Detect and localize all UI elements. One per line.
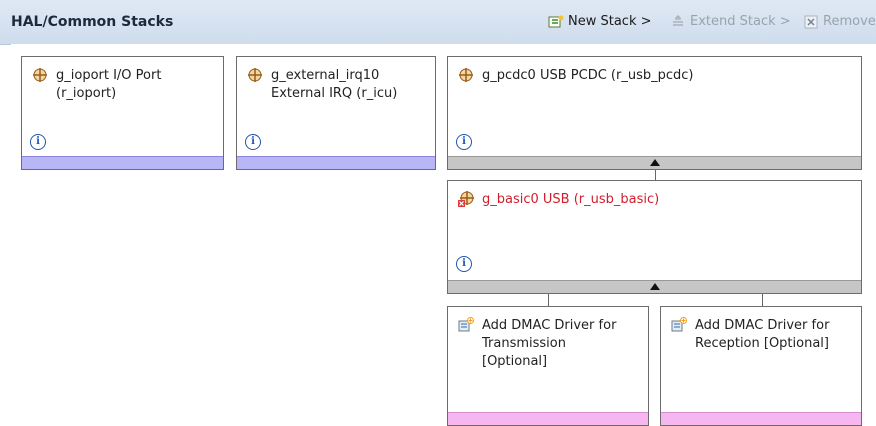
info-icon[interactable]: i [245,134,261,150]
add-driver-icon [458,317,474,333]
module-status-bar [661,412,861,425]
remove-button[interactable]: Remove [803,14,876,29]
module-box-ioport[interactable]: g_ioport I/O Port (r_ioport) i [21,56,224,170]
remove-icon [803,15,819,29]
module-box-external-irq[interactable]: g_external_irq10 External IRQ (r_icu) i [236,56,436,170]
module-icon [247,67,263,83]
extend-stack-button[interactable]: Extend Stack > [670,14,791,29]
module-error-icon [458,191,474,207]
module-label: g_basic0 USB (r_usb_basic) [482,192,660,207]
module-status-bar [448,156,861,169]
extend-stack-label: Extend Stack > [690,14,791,29]
module-status-bar [237,156,435,169]
add-dmac-transmission-box[interactable]: Add DMAC Driver for Transmission [Option… [447,306,649,426]
module-icon [32,67,48,83]
info-icon[interactable]: i [30,134,46,150]
new-stack-icon [548,15,564,29]
new-stack-button[interactable]: New Stack > [548,14,652,29]
module-label: g_pcdc0 USB PCDC (r_usb_pcdc) [482,68,694,83]
expand-arrow-icon[interactable] [650,283,660,290]
connector-line [655,170,656,180]
module-box-pcdc[interactable]: g_pcdc0 USB PCDC (r_usb_pcdc) i [447,56,862,170]
module-label: g_external_irq10 External IRQ (r_icu) [271,68,398,101]
expand-arrow-icon[interactable] [650,159,660,166]
module-icon [458,67,474,83]
module-status-bar [448,280,861,293]
extend-stack-icon [670,14,686,29]
module-status-bar [448,412,648,425]
page-title: HAL/Common Stacks [11,14,174,30]
new-stack-label: New Stack > [568,14,652,29]
add-dmac-reception-box[interactable]: Add DMAC Driver for Reception [Optional] [660,306,862,426]
module-box-basic[interactable]: g_basic0 USB (r_usb_basic) i [447,180,862,294]
add-driver-icon [671,317,687,333]
add-driver-label: Add DMAC Driver for Transmission [Option… [482,318,617,369]
stacks-panel: g_ioport I/O Port (r_ioport) i g_externa… [11,44,876,426]
module-label: g_ioport I/O Port (r_ioport) [56,68,162,101]
info-icon[interactable]: i [456,256,472,272]
add-driver-label: Add DMAC Driver for Reception [Optional] [695,318,830,351]
module-status-bar [22,156,223,169]
remove-label: Remove [823,14,876,29]
info-icon[interactable]: i [456,134,472,150]
stacks-header: HAL/Common Stacks New Stack > Extend Sta… [0,0,876,45]
